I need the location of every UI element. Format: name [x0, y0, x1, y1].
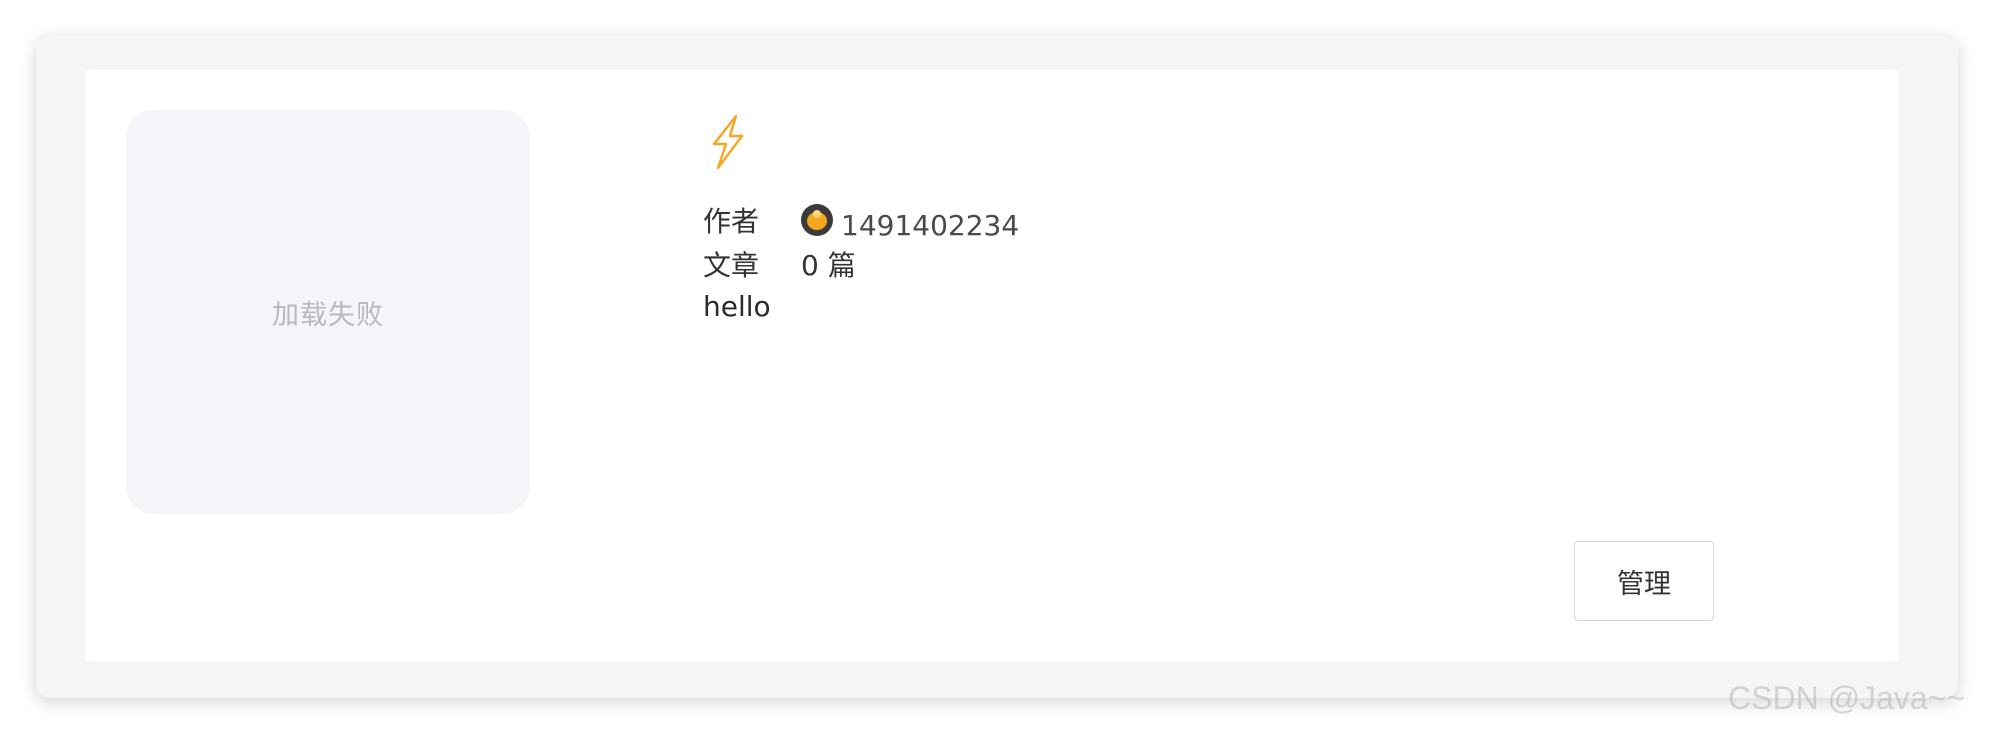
- article-count: 0 篇: [801, 249, 856, 282]
- watermark: CSDN @Java~~: [1728, 680, 1966, 716]
- author-label: 作者: [703, 205, 760, 238]
- avatar[interactable]: [801, 204, 833, 236]
- manage-button[interactable]: 管理: [1574, 541, 1714, 621]
- articles-label: 文章: [703, 249, 760, 282]
- author-name[interactable]: 1491402234: [841, 212, 1019, 240]
- topic-description: hello: [703, 290, 771, 323]
- flash-icon: [712, 114, 744, 170]
- cover-image-placeholder: 加载失败: [126, 110, 530, 514]
- cover-load-failed-text: 加载失败: [272, 299, 384, 331]
